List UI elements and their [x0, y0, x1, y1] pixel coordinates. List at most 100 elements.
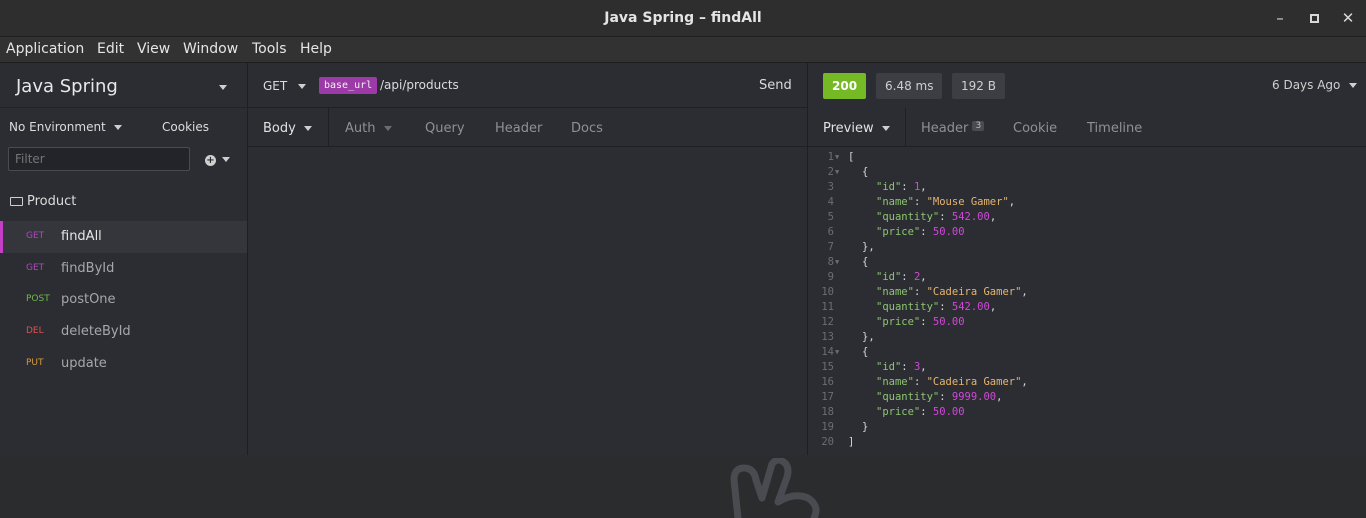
request-name: update	[61, 355, 107, 371]
code-content: "name": "Cadeira Gamer",	[876, 376, 1028, 388]
code-content: {	[862, 166, 868, 178]
fold-toggle-icon[interactable]: ▼	[835, 258, 839, 266]
method-badge: DEL	[26, 326, 44, 337]
request-name: findById	[61, 260, 115, 276]
chevron-down-icon	[383, 126, 392, 131]
maximize-icon[interactable]	[1305, 9, 1323, 27]
line-number: 13	[821, 331, 834, 343]
method-label: GET	[263, 79, 288, 93]
close-icon[interactable]: ✕	[1339, 9, 1357, 27]
line-number: 3	[827, 181, 834, 193]
line-number: 20	[821, 436, 834, 448]
menu-help[interactable]: Help	[300, 41, 332, 57]
tab-timeline[interactable]: Timeline	[1087, 121, 1142, 136]
json-punctuation: :	[913, 196, 927, 208]
environment-label: No Environment	[9, 120, 106, 134]
menu-view[interactable]: View	[137, 41, 170, 57]
method-selector[interactable]: GET	[263, 79, 307, 93]
json-punctuation: :	[920, 226, 933, 238]
json-punctuation: }	[862, 421, 869, 433]
request-pane: GET base_url /api/products Send Body Aut…	[248, 63, 820, 518]
url-input[interactable]: /api/products	[380, 78, 459, 92]
json-punctuation: ,	[989, 301, 997, 313]
filter-input[interactable]	[8, 147, 190, 171]
json-key: "id"	[876, 181, 902, 193]
line-number: 7	[827, 241, 834, 253]
line-number: 1	[827, 151, 834, 163]
tab-auth[interactable]: Auth	[345, 121, 392, 136]
tab-response-header[interactable]: Header 3	[921, 121, 985, 136]
workspace-chevron-down-icon[interactable]	[219, 85, 227, 90]
code-content: "id": 3,	[876, 361, 927, 373]
history-dropdown[interactable]: 6 Days Ago	[1272, 78, 1358, 92]
chevron-down-icon	[881, 126, 890, 131]
json-punctuation: :	[901, 181, 914, 193]
menu-edit[interactable]: Edit	[97, 41, 124, 57]
json-string: "Mouse Gamer"	[926, 196, 1009, 208]
code-content: ]	[848, 436, 854, 448]
json-punctuation: ,	[1008, 196, 1016, 208]
json-punctuation: ,	[1021, 286, 1028, 298]
request-item-findById[interactable]: GET findById	[0, 253, 247, 285]
send-button[interactable]: Send	[759, 78, 792, 93]
tab-auth-label: Auth	[345, 121, 376, 136]
line-number: 16	[821, 376, 834, 388]
method-badge: POST	[26, 294, 50, 305]
json-number: 50.00	[932, 406, 965, 418]
fold-toggle-icon[interactable]: ▼	[835, 348, 839, 356]
cookies-button[interactable]: Cookies	[162, 120, 209, 134]
menu-tools[interactable]: Tools	[252, 41, 287, 57]
json-punctuation: [	[848, 151, 855, 163]
plus-circle-icon: +	[205, 155, 216, 166]
line-number: 11	[821, 301, 834, 313]
json-number: 50.00	[932, 316, 965, 328]
code-content: }	[862, 421, 868, 433]
code-content: "name": "Cadeira Gamer",	[876, 286, 1028, 298]
request-item-postOne[interactable]: POST postOne	[0, 284, 247, 316]
tab-preview[interactable]: Preview	[823, 121, 890, 136]
request-item-deleteById[interactable]: DEL deleteById	[0, 316, 247, 348]
env-variable-tag[interactable]: base_url	[319, 77, 378, 94]
line-number: 14	[821, 346, 834, 358]
json-punctuation: :	[939, 301, 952, 313]
json-punctuation: ,	[1021, 376, 1028, 388]
minimize-icon[interactable]: –	[1271, 9, 1289, 27]
json-punctuation: ,	[996, 391, 1003, 403]
fold-toggle-icon[interactable]: ▼	[835, 168, 839, 176]
tab-cookie[interactable]: Cookie	[1013, 121, 1057, 136]
code-content: },	[862, 331, 875, 343]
sidebar: Java Spring No Environment Cookies + Pro…	[0, 63, 248, 455]
tab-docs[interactable]: Docs	[571, 121, 603, 136]
chevron-down-icon	[303, 126, 312, 131]
json-punctuation: :	[913, 376, 927, 388]
fold-toggle-icon[interactable]: ▼	[835, 153, 839, 161]
json-key: "name"	[876, 376, 914, 388]
chevron-down-icon	[1349, 83, 1358, 88]
chevron-down-icon	[113, 125, 122, 130]
line-number: 18	[821, 406, 834, 418]
menu-window[interactable]: Window	[183, 41, 238, 57]
request-item-findAll[interactable]: GET findAll	[0, 221, 247, 253]
request-item-update[interactable]: PUT update	[0, 348, 247, 380]
code-content: [	[848, 151, 854, 163]
add-item-button[interactable]: +	[205, 152, 230, 166]
json-punctuation: :	[939, 211, 952, 223]
json-number: 542.00	[951, 211, 990, 223]
workspace-title[interactable]: Java Spring	[16, 76, 118, 97]
json-string: "Cadeira Gamer"	[926, 286, 1022, 298]
tab-body[interactable]: Body	[263, 121, 312, 136]
environment-selector[interactable]: No Environment	[9, 120, 122, 134]
json-key: "id"	[876, 361, 902, 373]
divider	[905, 108, 906, 147]
method-badge: GET	[26, 231, 45, 241]
code-content: "id": 1,	[876, 181, 927, 193]
folder-open-icon	[10, 197, 23, 206]
tab-query[interactable]: Query	[425, 121, 465, 136]
code-content: "price": 50.00	[876, 406, 965, 418]
folder-product[interactable]: Product	[10, 194, 76, 209]
line-number: 8	[827, 256, 834, 268]
json-key: "name"	[876, 196, 914, 208]
tab-header[interactable]: Header	[495, 121, 542, 136]
json-key: "name"	[876, 286, 914, 298]
menu-application[interactable]: Application	[6, 41, 84, 57]
